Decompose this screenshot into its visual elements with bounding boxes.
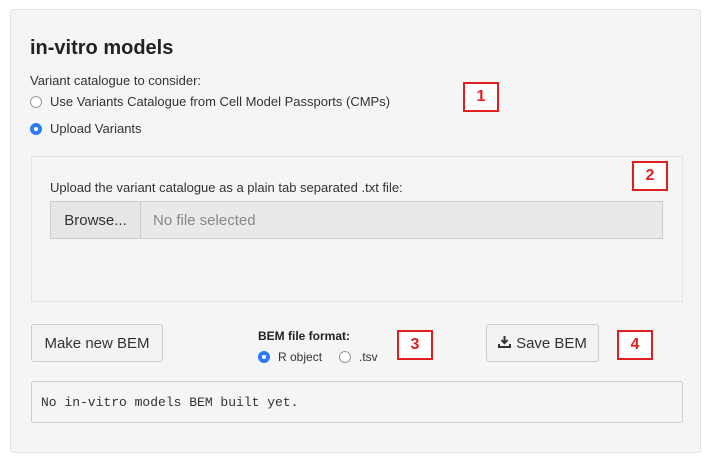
panel-title: in-vitro models <box>30 37 174 59</box>
callout-4: 4 <box>617 330 653 360</box>
callout-2: 2 <box>632 161 668 191</box>
bem-file-format-label: BEM file format: <box>258 329 351 343</box>
callout-1: 1 <box>463 82 499 112</box>
radio-label-cmp: Use Variants Catalogue from Cell Model P… <box>50 94 391 109</box>
save-bem-label: Save BEM <box>516 334 587 352</box>
radio-label-tsv: .tsv <box>359 350 378 364</box>
radio-button-tsv[interactable] <box>339 351 351 363</box>
radio-label-robject: R object <box>278 350 323 364</box>
save-bem-button[interactable]: Save BEM <box>486 324 599 362</box>
file-input-group[interactable]: Browse... No file selected <box>50 201 663 239</box>
radio-button-robject[interactable] <box>258 351 270 363</box>
radio-button-upload[interactable] <box>30 122 42 135</box>
radio-option-upload[interactable]: Upload Variants <box>30 121 142 136</box>
format-option-robject[interactable]: R object <box>258 350 322 364</box>
radio-option-cmp[interactable]: Use Variants Catalogue from Cell Model P… <box>30 94 390 109</box>
upload-label: Upload the variant catalogue as a plain … <box>50 180 403 195</box>
make-new-bem-button[interactable]: Make new BEM <box>31 324 163 362</box>
format-option-tsv[interactable]: .tsv <box>339 350 378 364</box>
browse-button[interactable]: Browse... <box>50 201 140 239</box>
callout-3: 3 <box>397 330 433 360</box>
file-selected-field[interactable]: No file selected <box>140 201 663 239</box>
bem-output: No in-vitro models BEM built yet. <box>31 381 683 423</box>
radio-label-upload: Upload Variants <box>50 121 142 136</box>
radio-button-cmp[interactable] <box>30 95 42 108</box>
download-icon <box>498 335 512 352</box>
variant-catalogue-label: Variant catalogue to consider: <box>30 73 202 88</box>
